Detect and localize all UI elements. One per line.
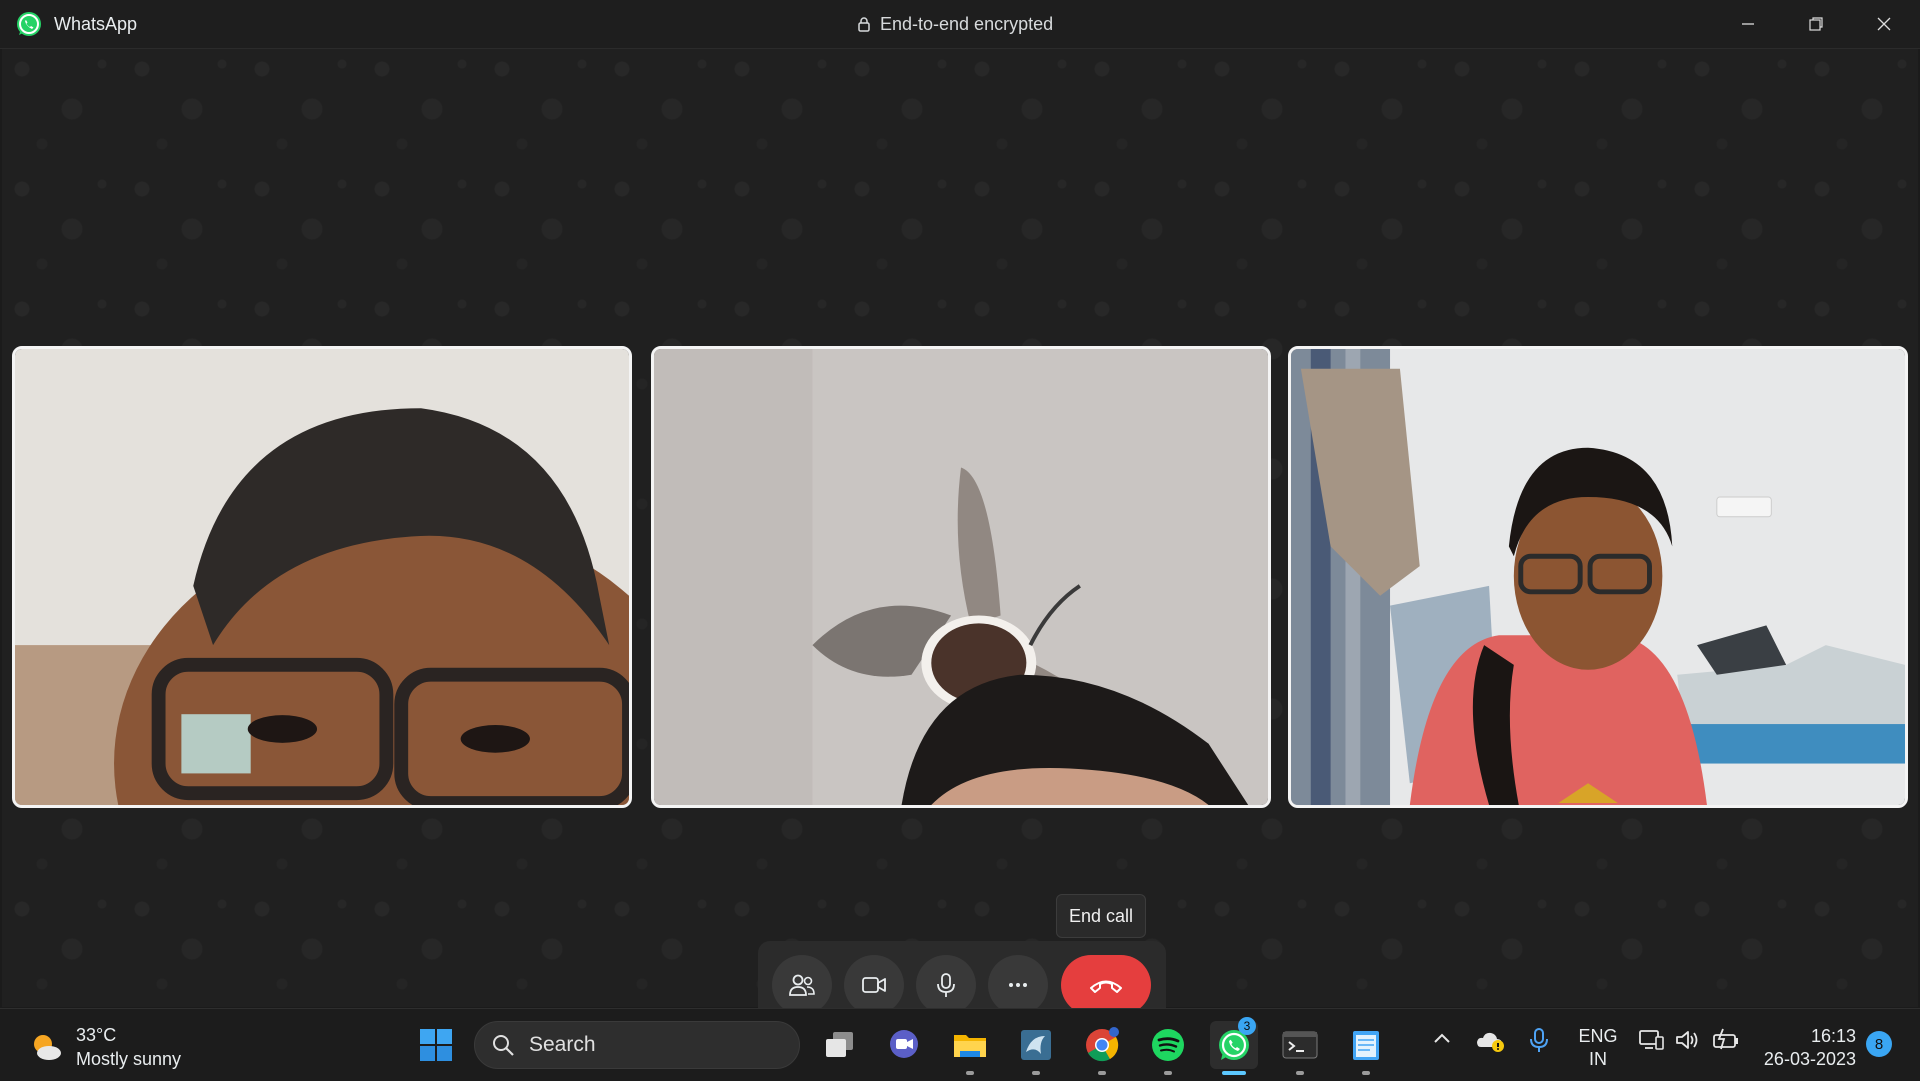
taskbar-app-chrome[interactable] bbox=[1078, 1021, 1126, 1075]
running-indicator bbox=[1362, 1071, 1370, 1075]
more-options-button[interactable] bbox=[988, 955, 1048, 1015]
battery-button[interactable] bbox=[1712, 1027, 1740, 1053]
phone-hangup-icon bbox=[1090, 980, 1122, 993]
dolphin-icon bbox=[1021, 1030, 1051, 1060]
microphone-in-use-icon bbox=[1530, 1028, 1548, 1052]
running-indicator bbox=[1164, 1071, 1172, 1075]
windows-start-icon bbox=[420, 1029, 452, 1061]
chat-icon bbox=[890, 1030, 918, 1058]
running-indicator bbox=[966, 1071, 974, 1075]
spotify-icon bbox=[1152, 1029, 1184, 1061]
speaker-icon bbox=[1676, 1031, 1698, 1049]
input-language-button[interactable]: ENG IN bbox=[1578, 1025, 1618, 1071]
minimize-button[interactable] bbox=[1714, 0, 1782, 48]
taskbar-search[interactable]: Search bbox=[474, 1021, 800, 1069]
search-label: Search bbox=[529, 1033, 596, 1056]
encryption-status: End-to-end encrypted bbox=[858, 14, 1053, 35]
taskbar: 33°C Mostly sunny Search 3 ENG IN 16:13 … bbox=[0, 1008, 1920, 1081]
clock-button[interactable]: 16:13 26-03-2023 bbox=[1760, 1025, 1856, 1071]
weather-temperature: 33°C bbox=[76, 1025, 117, 1045]
taskbar-app-whatsapp[interactable]: 3 bbox=[1210, 1017, 1258, 1075]
taskbar-app-file-explorer[interactable] bbox=[946, 1021, 994, 1075]
cloud-warning-icon bbox=[1477, 1032, 1504, 1052]
language-code: ENG bbox=[1578, 1026, 1618, 1046]
network-button[interactable] bbox=[1638, 1027, 1664, 1053]
end-call-tooltip: End call bbox=[1056, 894, 1146, 938]
participant-3-video-frame bbox=[1291, 349, 1905, 805]
participant-video-3[interactable] bbox=[1288, 346, 1908, 808]
battery-charging-icon bbox=[1713, 1028, 1738, 1050]
whatsapp-logo-icon bbox=[17, 12, 41, 36]
active-indicator bbox=[1222, 1071, 1246, 1075]
people-icon bbox=[789, 974, 815, 996]
chrome-icon bbox=[1086, 1027, 1119, 1062]
restore-icon bbox=[1809, 17, 1823, 31]
whatsapp-badge: 3 bbox=[1238, 1017, 1256, 1035]
running-indicator bbox=[1032, 1071, 1040, 1075]
task-view-icon bbox=[826, 1032, 853, 1057]
call-stage: End call bbox=[2, 49, 1918, 1029]
participants-button[interactable] bbox=[772, 955, 832, 1015]
taskbar-app-chat[interactable] bbox=[880, 1021, 928, 1069]
network-icon bbox=[1639, 1030, 1664, 1050]
close-icon bbox=[1877, 17, 1891, 31]
microphone-button[interactable] bbox=[916, 955, 976, 1015]
time-label: 16:13 bbox=[1810, 1026, 1856, 1046]
weather-widget[interactable]: 33°C Mostly sunny bbox=[28, 1023, 181, 1071]
app-title: WhatsApp bbox=[54, 14, 138, 34]
weather-condition: Mostly sunny bbox=[76, 1049, 182, 1069]
running-indicator bbox=[1098, 1071, 1106, 1075]
partly-sunny-icon bbox=[34, 1035, 61, 1060]
chevron-up-icon bbox=[1434, 1033, 1450, 1043]
participant-1-video-frame bbox=[15, 349, 629, 805]
date-label: 26-03-2023 bbox=[1763, 1049, 1856, 1069]
volume-button[interactable] bbox=[1674, 1027, 1700, 1053]
taskbar-app-spotify[interactable] bbox=[1144, 1021, 1192, 1075]
start-button[interactable] bbox=[412, 1021, 460, 1069]
taskbar-app-notepad[interactable] bbox=[1342, 1021, 1390, 1075]
microphone-in-use-button[interactable] bbox=[1528, 1027, 1550, 1053]
camera-button[interactable] bbox=[844, 955, 904, 1015]
restore-button[interactable] bbox=[1782, 0, 1850, 48]
taskbar-app-mysql-workbench[interactable] bbox=[1012, 1021, 1060, 1075]
taskbar-app-task-view[interactable] bbox=[816, 1021, 864, 1069]
participant-video-2[interactable] bbox=[651, 346, 1271, 808]
title-bar: WhatsApp End-to-end encrypted bbox=[0, 0, 1920, 49]
end-call-button[interactable] bbox=[1061, 955, 1151, 1015]
video-camera-icon bbox=[862, 977, 886, 993]
participant-video-1[interactable] bbox=[12, 346, 632, 808]
taskbar-app-terminal[interactable] bbox=[1276, 1021, 1324, 1075]
folder-icon bbox=[954, 1035, 986, 1057]
onedrive-status-button[interactable] bbox=[1476, 1027, 1506, 1053]
participant-2-video-frame bbox=[654, 349, 1268, 805]
more-options-icon bbox=[1009, 983, 1027, 987]
show-hidden-icons-button[interactable] bbox=[1430, 1027, 1454, 1051]
terminal-icon bbox=[1282, 1031, 1318, 1059]
close-window-button[interactable] bbox=[1850, 0, 1918, 48]
search-icon bbox=[493, 1035, 514, 1056]
running-indicator bbox=[1296, 1071, 1304, 1075]
region-code: IN bbox=[1589, 1049, 1607, 1069]
notification-center-badge[interactable]: 8 bbox=[1866, 1031, 1892, 1057]
encryption-label: End-to-end encrypted bbox=[880, 14, 1054, 34]
notepad-icon bbox=[1353, 1031, 1379, 1060]
microphone-icon bbox=[937, 973, 955, 997]
minimize-icon bbox=[1742, 23, 1754, 25]
lock-icon bbox=[858, 17, 870, 32]
